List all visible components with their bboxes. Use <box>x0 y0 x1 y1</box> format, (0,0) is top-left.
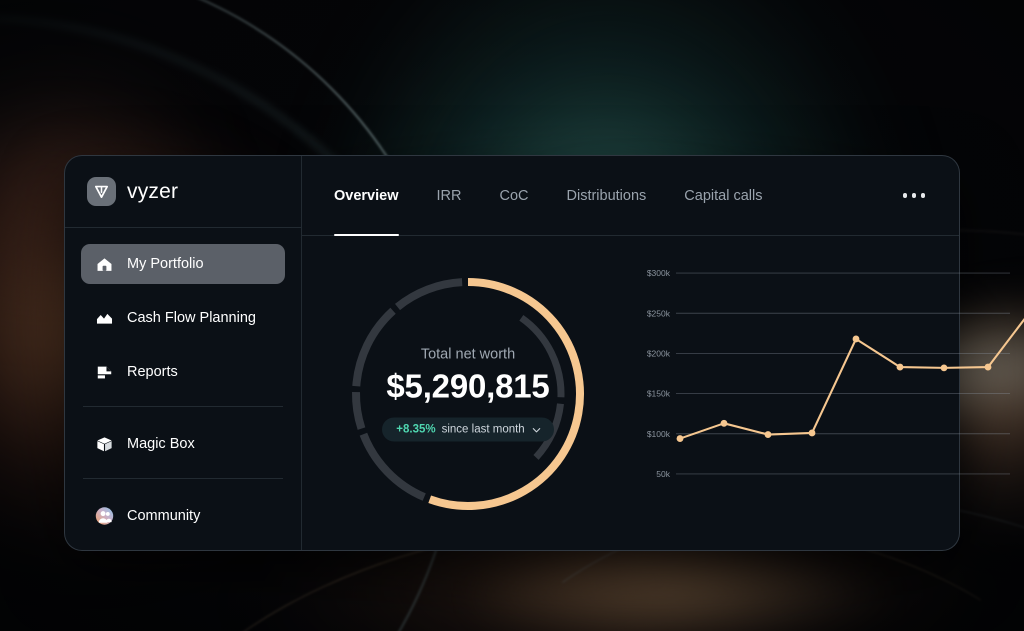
sidebar-item-community[interactable]: Community <box>81 496 285 536</box>
net-worth-donut-chart: Total net worth $5,290,815 +8.35% since … <box>343 269 593 519</box>
sidebar-item-magic-box[interactable]: Magic Box <box>81 424 285 464</box>
sidebar-item-label: Reports <box>127 364 178 380</box>
tab-coc[interactable]: CoC <box>499 156 528 236</box>
y-axis-tick-label: $250k <box>647 308 671 318</box>
net-worth-change-badge[interactable]: +8.35% since last month <box>382 417 554 442</box>
sidebar-nav: My Portfolio Cash Flow Planning Reports … <box>65 228 301 550</box>
y-axis-tick-label: $200k <box>647 348 671 358</box>
sidebar-divider-1 <box>83 406 283 407</box>
y-axis-tick-label: $100k <box>647 429 671 439</box>
net-worth-value: $5,290,815 <box>386 367 550 405</box>
kebab-dot <box>920 193 925 198</box>
sidebar-item-cash-flow-planning[interactable]: Cash Flow Planning <box>81 298 285 338</box>
brand-name: vyzer <box>127 179 179 203</box>
tab-bar: Overview IRR CoC Distributions Capital c… <box>302 156 959 236</box>
sidebar: vyzer My Portfolio Cash Flow Planning Re… <box>65 156 302 550</box>
tab-capital-calls[interactable]: Capital calls <box>684 156 762 236</box>
chart-data-point[interactable] <box>984 363 992 371</box>
chevron-down-icon[interactable] <box>531 424 542 435</box>
net-worth-donut-panel: Total net worth $5,290,815 +8.35% since … <box>302 236 634 550</box>
tab-label: Overview <box>334 187 399 204</box>
net-worth-change-percent: +8.35% <box>396 423 436 436</box>
document-report-icon <box>95 363 114 382</box>
box-3d-icon <box>95 435 114 454</box>
sidebar-item-label: Community <box>127 508 201 524</box>
sidebar-item-reports[interactable]: Reports <box>81 352 285 392</box>
app-window: vyzer My Portfolio Cash Flow Planning Re… <box>64 155 1024 551</box>
sidebar-item-label: Cash Flow Planning <box>127 310 256 326</box>
tab-overview[interactable]: Overview <box>334 156 399 236</box>
net-worth-summary: Total net worth $5,290,815 +8.35% since … <box>343 347 593 442</box>
sidebar-item-my-portfolio[interactable]: My Portfolio <box>81 244 285 284</box>
kebab-dot <box>902 193 907 198</box>
y-axis-tick-label: 50k <box>656 469 670 479</box>
home-icon <box>95 255 114 274</box>
chart-data-point[interactable] <box>808 429 816 437</box>
mountain-chart-icon <box>95 309 114 328</box>
tab-label: IRR <box>436 187 462 204</box>
tab-label: Capital calls <box>684 187 763 204</box>
tab-label: Distributions <box>566 187 647 204</box>
y-axis-tick-label: $150k <box>647 389 671 399</box>
kebab-dot <box>911 193 916 198</box>
y-axis-tick-label: $300k <box>647 268 671 278</box>
brand-logo[interactable]: vyzer <box>65 156 301 228</box>
chart-data-point[interactable] <box>896 363 904 371</box>
tab-distributions[interactable]: Distributions <box>567 156 647 236</box>
content-area: Total net worth $5,290,815 +8.35% since … <box>302 236 1024 550</box>
kebab-more-icon[interactable] <box>899 185 930 206</box>
net-worth-change-period: since last month <box>441 423 525 436</box>
sidebar-item-label: My Portfolio <box>127 256 204 272</box>
tab-label: CoC <box>499 187 529 204</box>
main-area: Overview IRR CoC Distributions Capital c… <box>302 156 1024 550</box>
vyzer-v-mark-icon <box>87 177 116 206</box>
net-worth-line-chart: $300k $250k $200k $150k $100k 50k <box>634 236 1024 550</box>
people-avatar-icon <box>95 507 114 526</box>
sidebar-divider-2 <box>83 478 283 479</box>
chart-line <box>678 318 1024 440</box>
sidebar-item-label: Magic Box <box>127 436 195 452</box>
net-worth-label: Total net worth <box>420 346 516 363</box>
chart-data-point[interactable] <box>940 364 948 372</box>
chart-data-point[interactable] <box>764 431 772 438</box>
tab-irr[interactable]: IRR <box>437 156 462 236</box>
chart-data-point[interactable] <box>720 419 728 427</box>
chart-data-point[interactable] <box>852 335 860 343</box>
chart-data-point[interactable] <box>676 435 684 442</box>
